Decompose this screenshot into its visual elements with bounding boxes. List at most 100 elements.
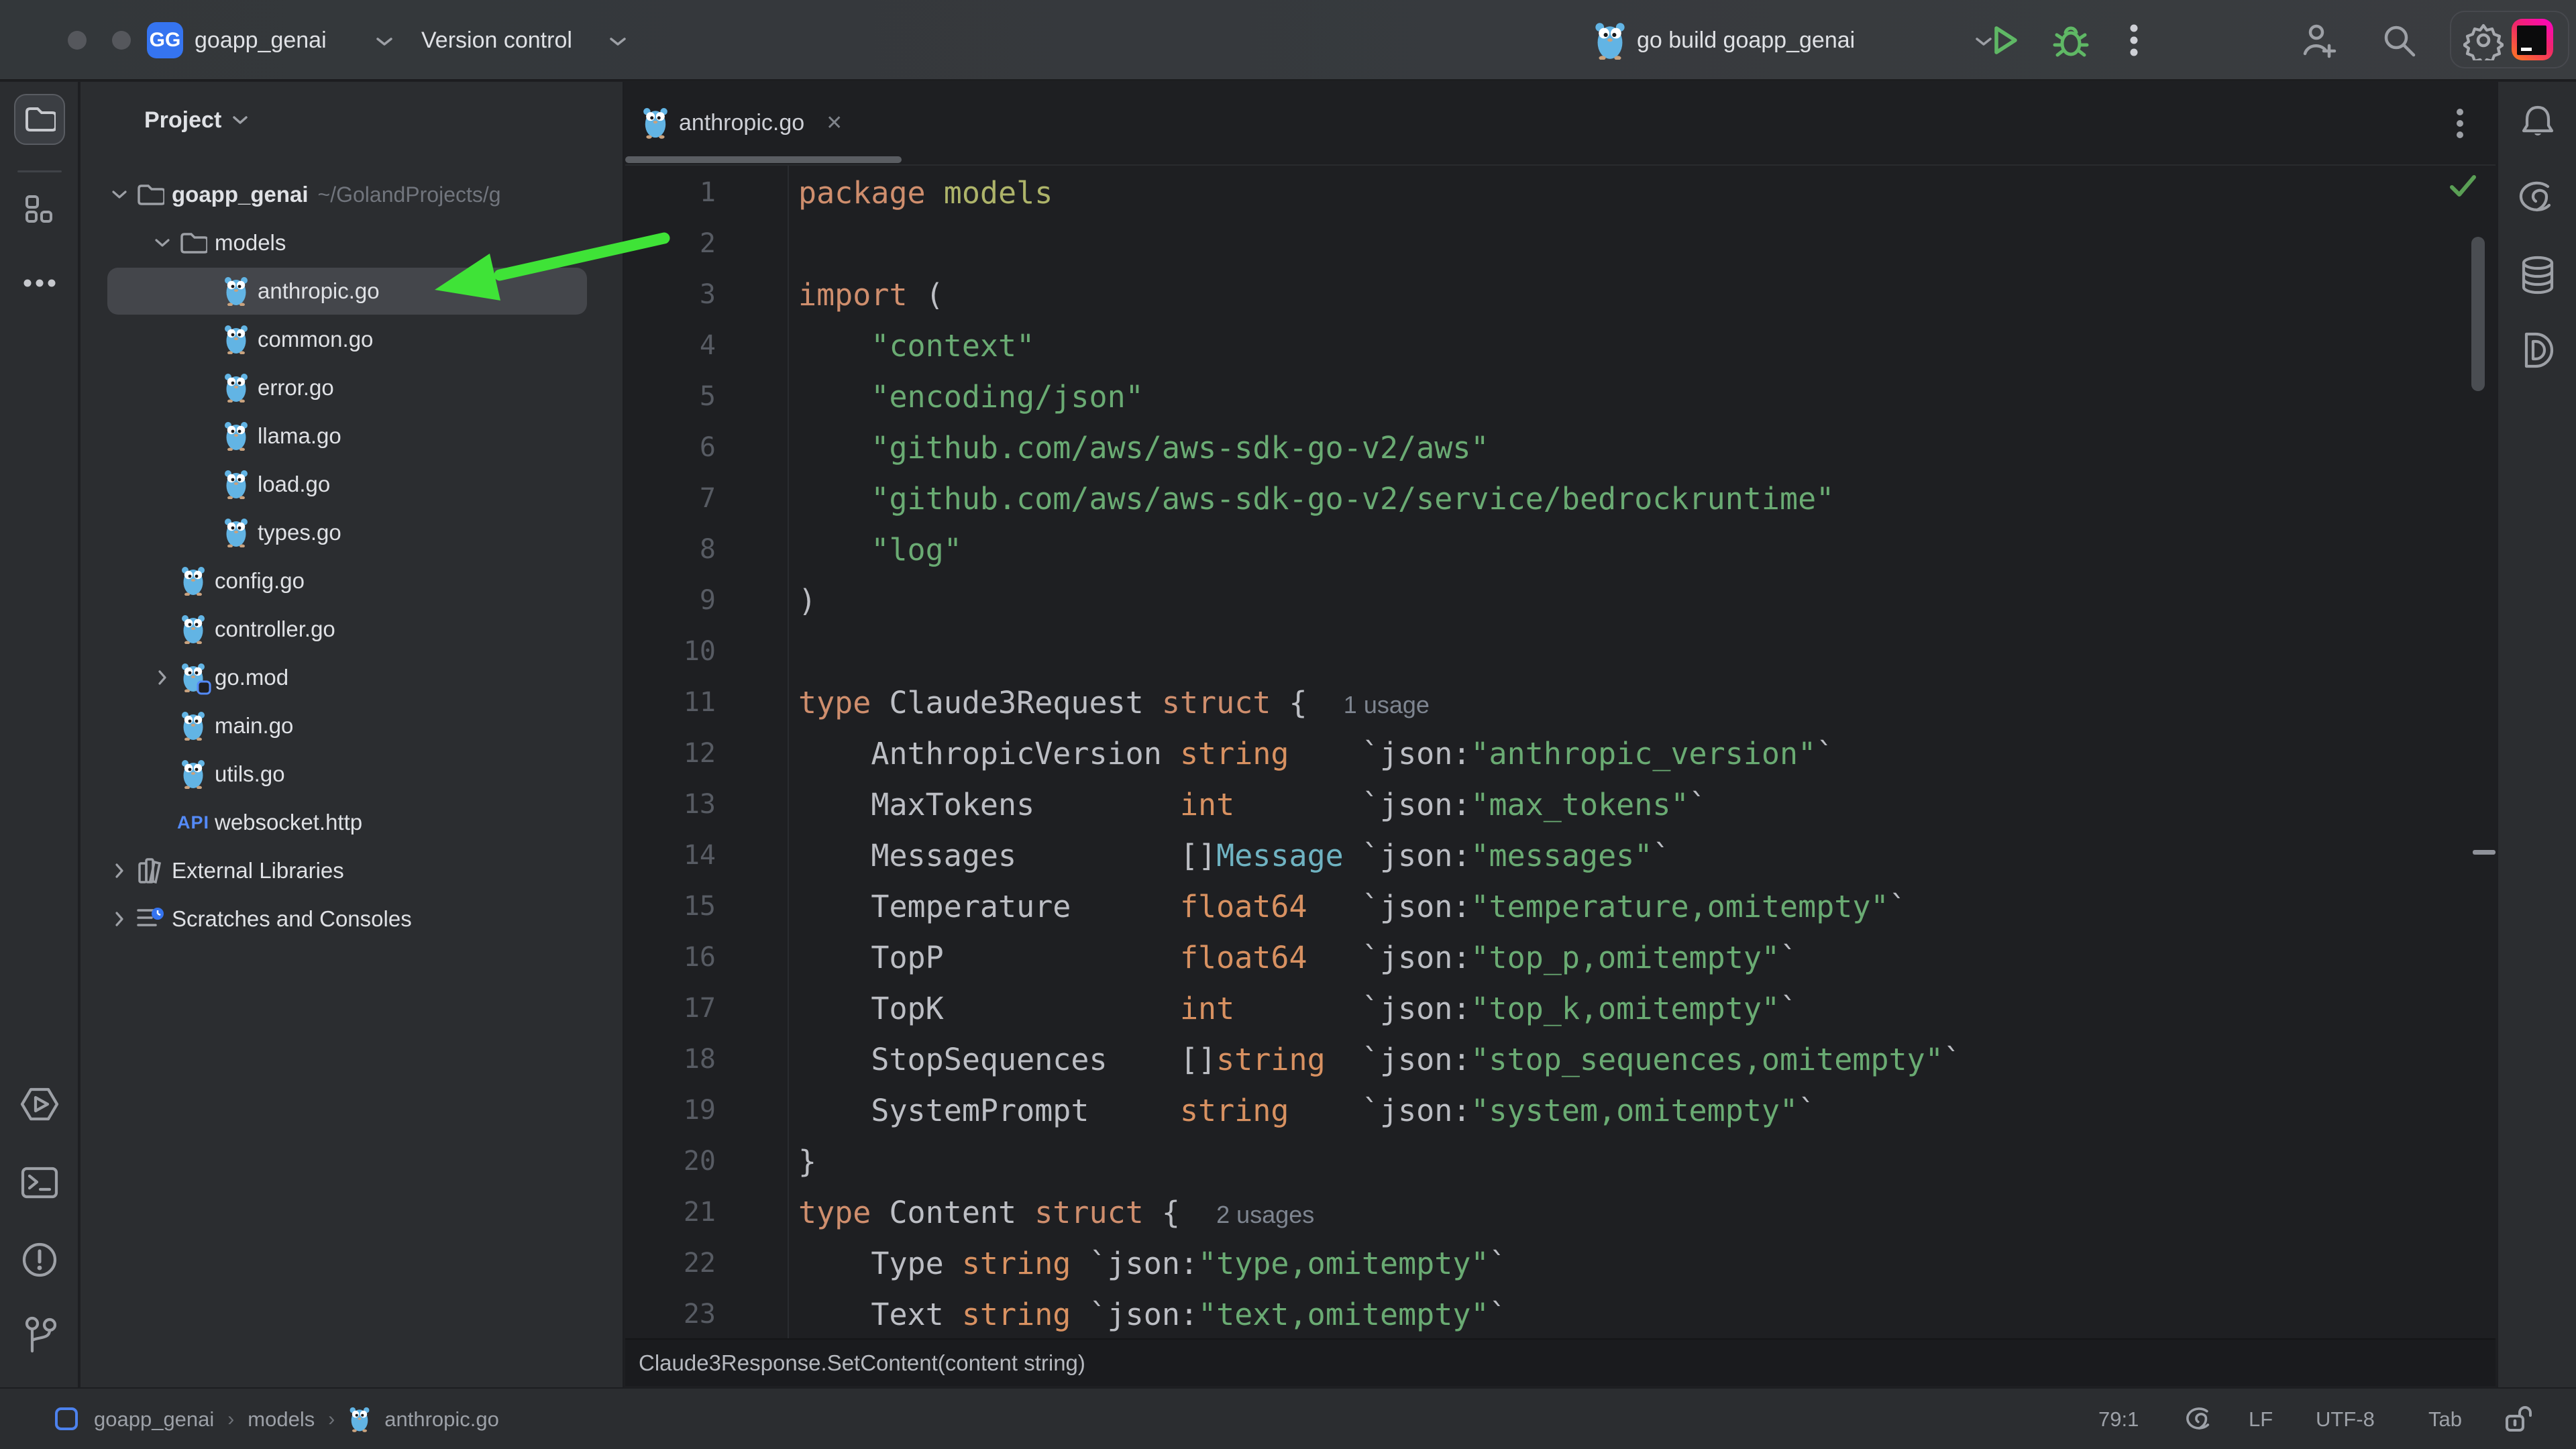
- search-icon[interactable]: [2380, 21, 2418, 59]
- breadcrumb: goapp_genai›models› anthropic.go: [94, 1389, 499, 1449]
- line-number: 6: [625, 432, 716, 463]
- tree-item-go-mod[interactable]: go.mod: [80, 653, 624, 702]
- tree-item-label: Scratches and Consoles: [172, 906, 412, 932]
- go-gopher-icon: [223, 325, 250, 354]
- tree-item-common-go[interactable]: common.go: [80, 315, 624, 364]
- project-logo[interactable]: GG: [147, 22, 183, 58]
- line-number: 10: [625, 636, 716, 667]
- tree-item-websocket-http[interactable]: APIwebsocket.http: [80, 798, 624, 847]
- code-line: 11type Claude3Request struct { 1 usage: [625, 677, 2496, 728]
- documentation-tool-window-icon[interactable]: [2512, 325, 2563, 376]
- tree-item-utils-go[interactable]: utils.go: [80, 750, 624, 798]
- code-line: 5 "encoding/json": [625, 371, 2496, 422]
- add-user-icon[interactable]: [2300, 21, 2337, 59]
- jetbrains-ai-logo[interactable]: [2512, 19, 2553, 60]
- notifications-bell-icon[interactable]: [2512, 97, 2563, 148]
- go-gopher-icon: [180, 759, 207, 789]
- structure-tool-window-button[interactable]: [14, 184, 65, 235]
- gear-icon[interactable]: [2463, 20, 2504, 60]
- version-control-menu[interactable]: Version control: [421, 0, 572, 80]
- project-switcher[interactable]: goapp_genai: [195, 0, 327, 80]
- line-ending-widget[interactable]: LF: [2249, 1389, 2273, 1449]
- line-number: 8: [625, 534, 716, 565]
- breadcrumb-item[interactable]: anthropic.go: [384, 1407, 499, 1432]
- ai-status-icon[interactable]: [2186, 1389, 2214, 1449]
- tree-item-main-go[interactable]: main.go: [80, 702, 624, 750]
- tree-item-scratches[interactable]: Scratches and Consoles: [80, 895, 624, 943]
- tree-item-llama-go[interactable]: llama.go: [80, 412, 624, 460]
- inspection-ok-icon[interactable]: [2449, 172, 2478, 199]
- tree-item-label: goapp_genai: [172, 182, 309, 207]
- tree-item-types-go[interactable]: types.go: [80, 508, 624, 557]
- problems-tool-window-button[interactable]: [14, 1234, 65, 1285]
- code-area: 1package models23import (4 "context"5 "e…: [625, 167, 2496, 1338]
- go-gopher-icon: [180, 614, 207, 644]
- code-line: 13 MaxTokens int `json:"max_tokens"`: [625, 779, 2496, 830]
- run-configuration-selector[interactable]: go build goapp_genai: [1637, 0, 1855, 80]
- line-number: 14: [625, 840, 716, 871]
- breadcrumb-item[interactable]: models: [248, 1407, 315, 1432]
- code-line: 12 AnthropicVersion string `json:"anthro…: [625, 728, 2496, 779]
- editor-tab-bar: anthropic.go ✕: [625, 82, 2496, 166]
- code-line: 1package models: [625, 167, 2496, 218]
- line-number: 22: [625, 1248, 716, 1279]
- tree-item-anthropic-go[interactable]: anthropic.go: [80, 267, 624, 315]
- tab-anthropic-go[interactable]: anthropic.go ✕: [625, 82, 843, 164]
- tree-item-load-go[interactable]: load.go: [80, 460, 624, 508]
- code-editor[interactable]: 1package models23import (4 "context"5 "e…: [625, 166, 2496, 1338]
- window-minimize-button[interactable]: [112, 31, 131, 50]
- close-tab-icon[interactable]: ✕: [826, 111, 843, 135]
- go-gopher-icon: [180, 566, 207, 596]
- context-hint-bar: Claude3Response.SetContent(content strin…: [625, 1338, 2496, 1386]
- tree-item-label: utils.go: [215, 761, 285, 787]
- context-hint-text: Claude3Response.SetContent(content strin…: [639, 1350, 1085, 1375]
- scrollbar-thumb[interactable]: [2471, 237, 2485, 391]
- tree-item-label: error.go: [258, 375, 334, 400]
- line-number: 18: [625, 1044, 716, 1075]
- code-line: 21type Content struct { 2 usages: [625, 1187, 2496, 1238]
- http-file-icon: API: [177, 812, 209, 833]
- code-line: 15 Temperature float64 `json:"temperatur…: [625, 881, 2496, 932]
- tree-item-label: models: [215, 230, 286, 256]
- project-panel-header[interactable]: Project: [144, 107, 248, 133]
- database-tool-window-icon[interactable]: [2512, 250, 2563, 301]
- scrollbar-stripe-mark: [2473, 850, 2496, 855]
- git-branch-icon[interactable]: [14, 1309, 65, 1360]
- project-tool-window-button[interactable]: [14, 94, 65, 145]
- more-tool-windows-icon[interactable]: [14, 258, 65, 309]
- more-actions-kebab-icon[interactable]: [2129, 23, 2139, 58]
- tree-item-models[interactable]: models: [80, 219, 624, 267]
- goland-window: GG goapp_genai Version control go build …: [0, 0, 2576, 1449]
- services-tool-window-button[interactable]: [14, 1079, 65, 1130]
- tab-options-kebab-icon[interactable]: [2436, 82, 2483, 164]
- window-close-button[interactable]: [68, 31, 87, 50]
- caret-position-widget[interactable]: 79:1: [2098, 1389, 2139, 1449]
- tree-item-controller-go[interactable]: controller.go: [80, 605, 624, 653]
- line-number: 21: [625, 1197, 716, 1228]
- tree-item-error-go[interactable]: error.go: [80, 364, 624, 412]
- tree-item-goapp-genai[interactable]: goapp_genai~/GolandProjects/g: [80, 170, 624, 219]
- usage-inlay-hint: 1 usage: [1344, 691, 1430, 718]
- line-number: 2: [625, 228, 716, 259]
- chevron-down-icon: [154, 238, 170, 248]
- line-number: 17: [625, 993, 716, 1024]
- encoding-widget[interactable]: UTF-8: [2316, 1389, 2375, 1449]
- line-number: 23: [625, 1299, 716, 1330]
- tab-label: anthropic.go: [679, 110, 804, 136]
- code-line: 19 SystemPrompt string `json:"system,omi…: [625, 1085, 2496, 1136]
- code-line: 17 TopK int `json:"top_k,omitempty"`: [625, 983, 2496, 1034]
- tree-item-external-libraries[interactable]: External Libraries: [80, 847, 624, 895]
- usage-inlay-hint: 2 usages: [1216, 1201, 1314, 1228]
- ai-assistant-swirl-icon[interactable]: [2512, 172, 2563, 223]
- terminal-tool-window-button[interactable]: [14, 1157, 65, 1208]
- project-tree: goapp_genai~/GolandProjects/gmodels anth…: [80, 170, 624, 943]
- go-mod-badge: [197, 680, 211, 695]
- indent-widget[interactable]: Tab: [2428, 1389, 2462, 1449]
- breadcrumb-item[interactable]: goapp_genai: [94, 1407, 214, 1432]
- line-number: 9: [625, 585, 716, 616]
- lock-icon[interactable]: [2504, 1389, 2534, 1449]
- run-button[interactable]: [1987, 23, 2022, 58]
- line-number: 12: [625, 738, 716, 769]
- tree-item-config-go[interactable]: config.go: [80, 557, 624, 605]
- debug-button[interactable]: [2051, 21, 2090, 59]
